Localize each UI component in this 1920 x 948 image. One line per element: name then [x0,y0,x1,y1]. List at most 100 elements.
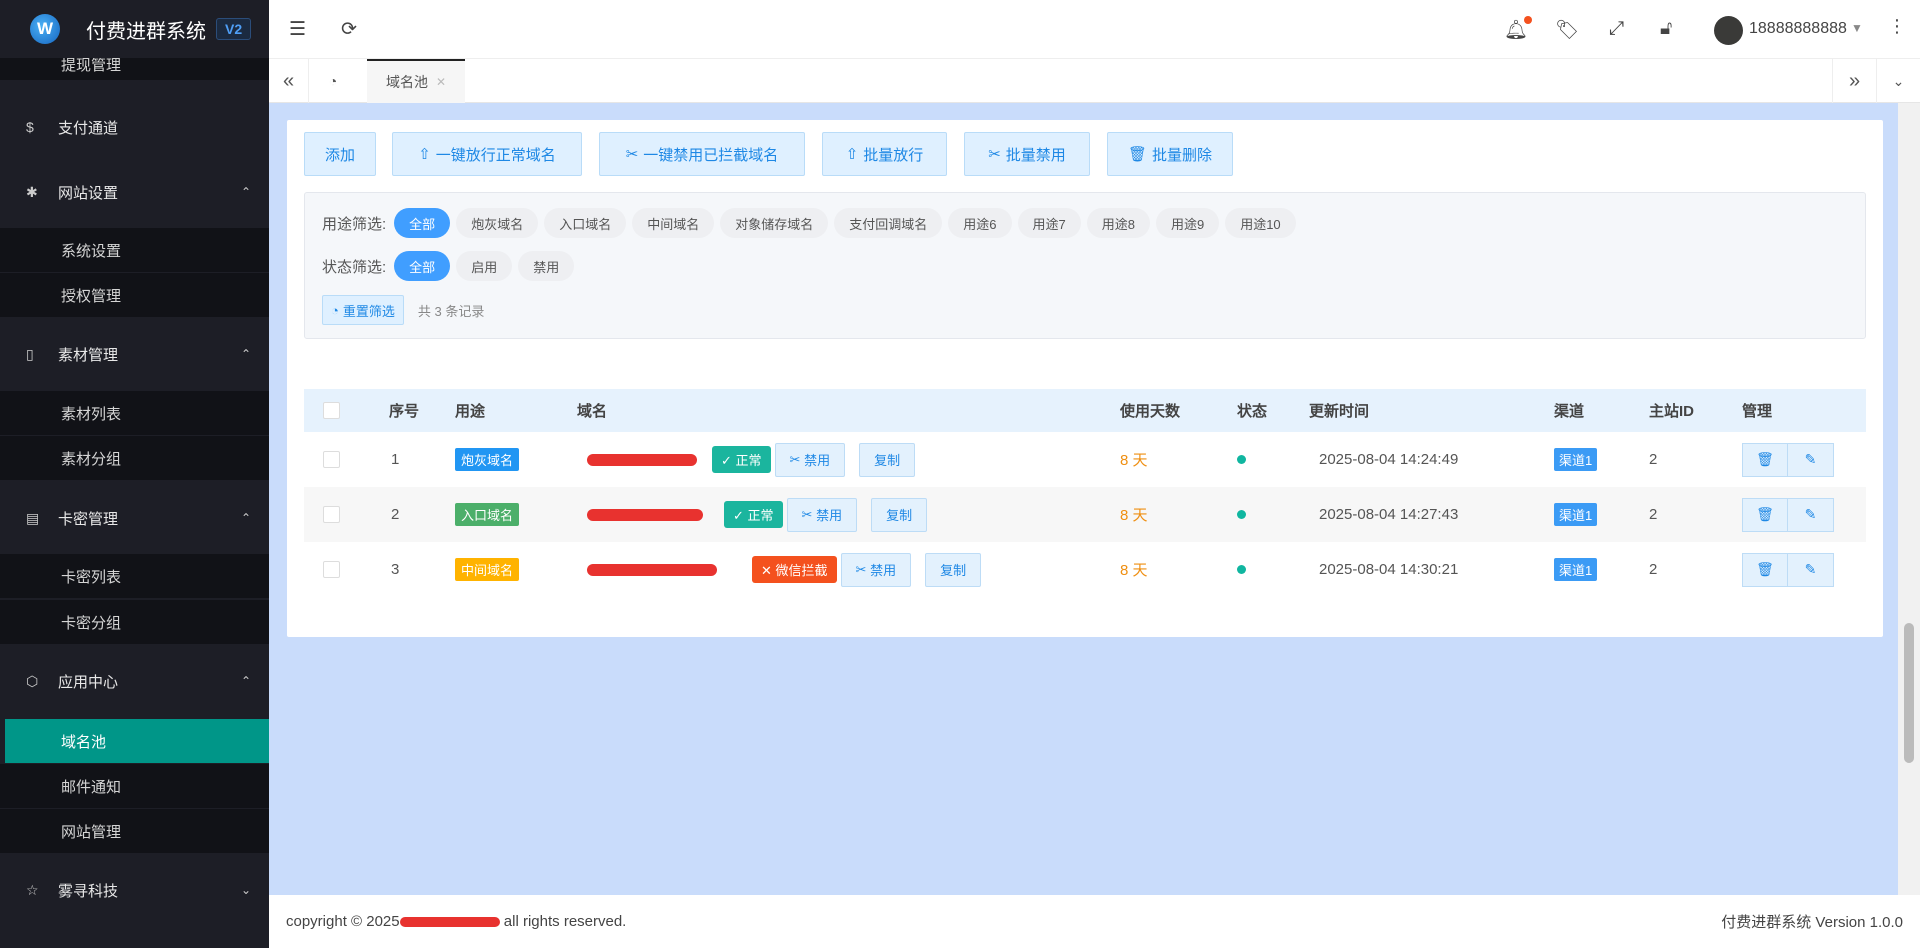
sidebar-item[interactable]: ✱ 网站设置 ⌃ [0,170,269,214]
close-icon[interactable]: ✕ [436,75,446,89]
copyright-suffix: all rights reserved. [503,913,627,930]
trash-icon: 🗑︎ [1756,561,1774,577]
status-filter-chip[interactable]: 启用 [456,251,513,281]
sidebar-item[interactable]: 系统设置 [0,228,269,272]
domain-status-label: 正常 [747,508,774,523]
dollar-icon: $ [26,119,34,135]
channel-tag: 渠道1 [1554,558,1598,581]
tabs-scroll-left-icon[interactable]: « [269,59,309,103]
add-label: 添加 [324,146,355,164]
sidebar-item[interactable]: ⬡ 应用中心 ⌃ [0,659,269,703]
username[interactable]: 18888888888 [1749,20,1847,38]
tab-label: 域名池 [385,74,428,90]
batch-ban-button[interactable]: ✂ 批量禁用 [964,132,1090,176]
tag-icon[interactable]: 🏷︎ [1555,18,1579,42]
sidebar-item[interactable]: 卡密列表 [0,554,269,598]
purpose-filter-chip[interactable]: 对象储存域名 [720,208,829,238]
select-all-checkbox[interactable] [323,402,340,419]
row-checkbox[interactable] [323,451,340,468]
edit-button[interactable]: ✎ [1788,497,1834,532]
row-checkbox[interactable] [323,561,340,578]
bell-icon[interactable]: 🔔︎ [1504,16,1533,42]
sidebar-item[interactable]: ▤ 卡密管理 ⌃ [0,496,269,540]
delete-button[interactable]: 🗑︎ [1742,552,1788,587]
copy-button[interactable]: 复制 [925,552,982,587]
scrollbar-thumb[interactable] [1904,623,1914,763]
tabs-scroll-right-icon[interactable]: » [1832,59,1876,103]
purpose-filter-chip[interactable]: 用途7 [1017,208,1081,238]
purpose-filter-chip[interactable]: 全部 [394,208,451,238]
status-filter-chip[interactable]: 禁用 [518,251,575,281]
sidebar-item-label: 系统设置 [61,242,122,260]
purpose-tag: 中间域名 [455,558,520,581]
sidebar-item[interactable]: 素材列表 [0,391,269,435]
sidebar-item[interactable]: 网站管理 [0,809,269,853]
purpose-filter-chip[interactable]: 炮灰域名 [456,208,539,238]
sidebar-item[interactable]: 卡密分组 [0,600,269,644]
batch-ban-label: 批量禁用 [1005,146,1066,164]
add-button[interactable]: 添加 [304,132,376,176]
batch-release-button[interactable]: ⇧ 批量放行 [822,132,947,176]
purpose-filter: 用途筛选: 全部 炮灰域名 入口域名 中间域名 对象储存域名 支付回调域名 用途6 用途7 用途… [322,208,1296,238]
avatar[interactable] [1714,16,1743,45]
updated-time: 2025-08-04 14:30:21 [1319,561,1459,578]
copy-button[interactable]: 复制 [859,442,916,477]
purpose-tag: 入口域名 [455,503,520,526]
delete-button[interactable]: 🗑︎ [1742,442,1788,477]
batch-release-label: 批量放行 [863,146,924,164]
sidebar-item-label: 授权管理 [61,287,122,305]
dashboard-tab-icon[interactable]: ◔ [309,59,357,103]
ban-button[interactable]: ✂ 禁用 [786,497,858,532]
sidebar-item-label: 雾寻科技 [58,882,119,900]
sidebar-item[interactable]: $ 支付通道 [0,105,269,149]
copy-label: 复制 [874,453,901,468]
delete-button[interactable]: 🗑︎ [1742,497,1788,532]
edit-button[interactable]: ✎ [1788,442,1834,477]
batch-delete-button[interactable]: 🗑︎ 批量删除 [1107,132,1233,176]
edit-button[interactable]: ✎ [1788,552,1834,587]
purpose-filter-chip[interactable]: 用途10 [1225,208,1296,238]
sidebar-item[interactable]: 素材分组 [0,436,269,480]
row-number: 3 [391,561,400,578]
purpose-tag: 炮灰域名 [455,448,520,471]
refresh-icon[interactable]: ⟳ [341,18,357,41]
release-normal-button[interactable]: ⇧ 一键放行正常域名 [392,132,582,176]
scrollbar[interactable] [1898,103,1920,895]
purpose-filter-chip[interactable]: 支付回调域名 [834,208,943,238]
ban-blocked-button[interactable]: ✂ 一键禁用已拦截域名 [599,132,805,176]
sidebar-item[interactable]: ▯ 素材管理 ⌃ [0,332,269,376]
sidebar-item[interactable]: 授权管理 [0,273,269,317]
sidebar-item[interactable]: 邮件通知 [0,764,269,808]
status-filter-chip[interactable]: 全部 [394,251,451,281]
lock-icon[interactable]: 🔓︎ [1660,18,1672,40]
table-row: 2 入口域名 ✓ 正常 ✂ 禁用 复制 8 天 2025-08-04 14:27… [304,487,1866,542]
row-checkbox[interactable] [323,506,340,523]
check-icon: ✓ [721,453,732,468]
sidebar-item[interactable]: 域名池 [5,719,269,763]
ban-button[interactable]: ✂ 禁用 [840,552,912,587]
purpose-filter-chip[interactable]: 中间域名 [632,208,715,238]
collapse-menu-icon[interactable]: ☰ [289,18,306,41]
fullscreen-icon[interactable]: ⤢ [1609,18,1624,40]
sidebar-item-label: 支付通道 [58,119,119,137]
purpose-filter-chip[interactable]: 用途9 [1155,208,1220,238]
usage-days: 8 天 [1120,562,1148,579]
purpose-filter-chip[interactable]: 用途6 [948,208,1012,238]
logo: W 付费进群系统 V2 [0,0,269,58]
copyright-prefix: copyright © 2025 [286,913,400,930]
chevron-down-icon[interactable]: ⌄ [1876,59,1920,103]
purpose-filter-chip[interactable]: 入口域名 [544,208,627,238]
caret-down-icon[interactable]: ▼ [1851,21,1863,35]
sidebar-item[interactable]: ☆ 雾寻科技 ⌄ [0,868,269,912]
status-filter-label: 状态筛选: [322,258,387,276]
copy-button[interactable]: 复制 [871,497,928,532]
more-icon[interactable]: ⋮ [1888,16,1906,37]
tab-domain-pool[interactable]: 域名池 ✕ [367,59,465,103]
ban-button[interactable]: ✂ 禁用 [774,442,846,477]
close-icon: ✕ [761,563,772,578]
scissors-icon: ✂ [988,146,1001,163]
sidebar-item-label: 域名池 [61,733,107,751]
reset-filter-button[interactable]: ◔ 重置筛选 [322,295,404,325]
chevron-up-icon: ⌃ [240,347,251,361]
purpose-filter-chip[interactable]: 用途8 [1086,208,1150,238]
